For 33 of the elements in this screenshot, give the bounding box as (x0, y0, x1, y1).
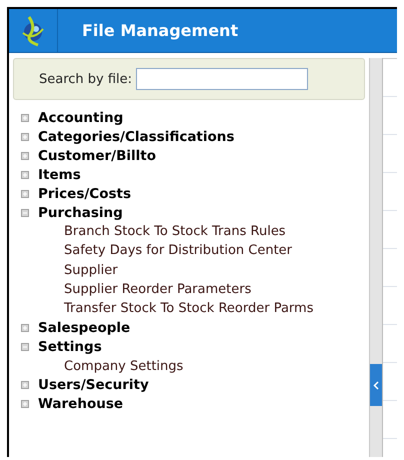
tree-item[interactable]: Supplier (21, 260, 365, 280)
tree-item[interactable]: Supplier Reorder Parameters (21, 280, 365, 300)
search-field[interactable] (136, 68, 308, 90)
tree-folder[interactable]: Accounting (38, 110, 124, 126)
tree-item[interactable]: Safety Days for Distribution Center (21, 241, 365, 261)
tree-item[interactable]: Transfer Stock To Stock Reorder Parms (21, 299, 365, 318)
tree-folder[interactable]: Salespeople (38, 320, 130, 336)
collapse-icon[interactable] (21, 208, 29, 216)
tree-folder[interactable]: Prices/Costs (38, 186, 132, 202)
expand-icon[interactable] (21, 324, 29, 332)
tree-item[interactable]: Branch Stock To Stock Trans Rules (21, 222, 365, 242)
collapse-icon[interactable] (21, 342, 29, 351)
splitter[interactable] (369, 58, 383, 457)
collapse-button[interactable] (370, 364, 382, 406)
search-label: Search by file: (39, 72, 132, 86)
expand-icon[interactable] (21, 400, 29, 408)
tree-folder[interactable]: Warehouse (38, 396, 124, 412)
logo-icon (20, 14, 46, 46)
tree-folder[interactable]: Settings (38, 338, 102, 355)
expand-icon[interactable] (21, 190, 29, 198)
tree-folder[interactable]: Categories/Classifications (38, 128, 234, 144)
expand-icon[interactable] (21, 132, 29, 140)
tree-item[interactable]: Company Settings (21, 356, 365, 376)
expand-icon[interactable] (21, 114, 29, 122)
chevron-left-icon (373, 380, 379, 390)
window-title: File Management (82, 21, 238, 40)
expand-icon[interactable] (21, 381, 29, 390)
tree-folder[interactable]: Customer/Billto (38, 148, 156, 164)
tree-folder[interactable]: Purchasing (38, 204, 123, 220)
expand-icon[interactable] (21, 170, 29, 178)
tree-folder[interactable]: Items (38, 166, 81, 182)
expand-icon[interactable] (21, 152, 29, 160)
tree-folder[interactable]: Users/Security (38, 377, 149, 394)
